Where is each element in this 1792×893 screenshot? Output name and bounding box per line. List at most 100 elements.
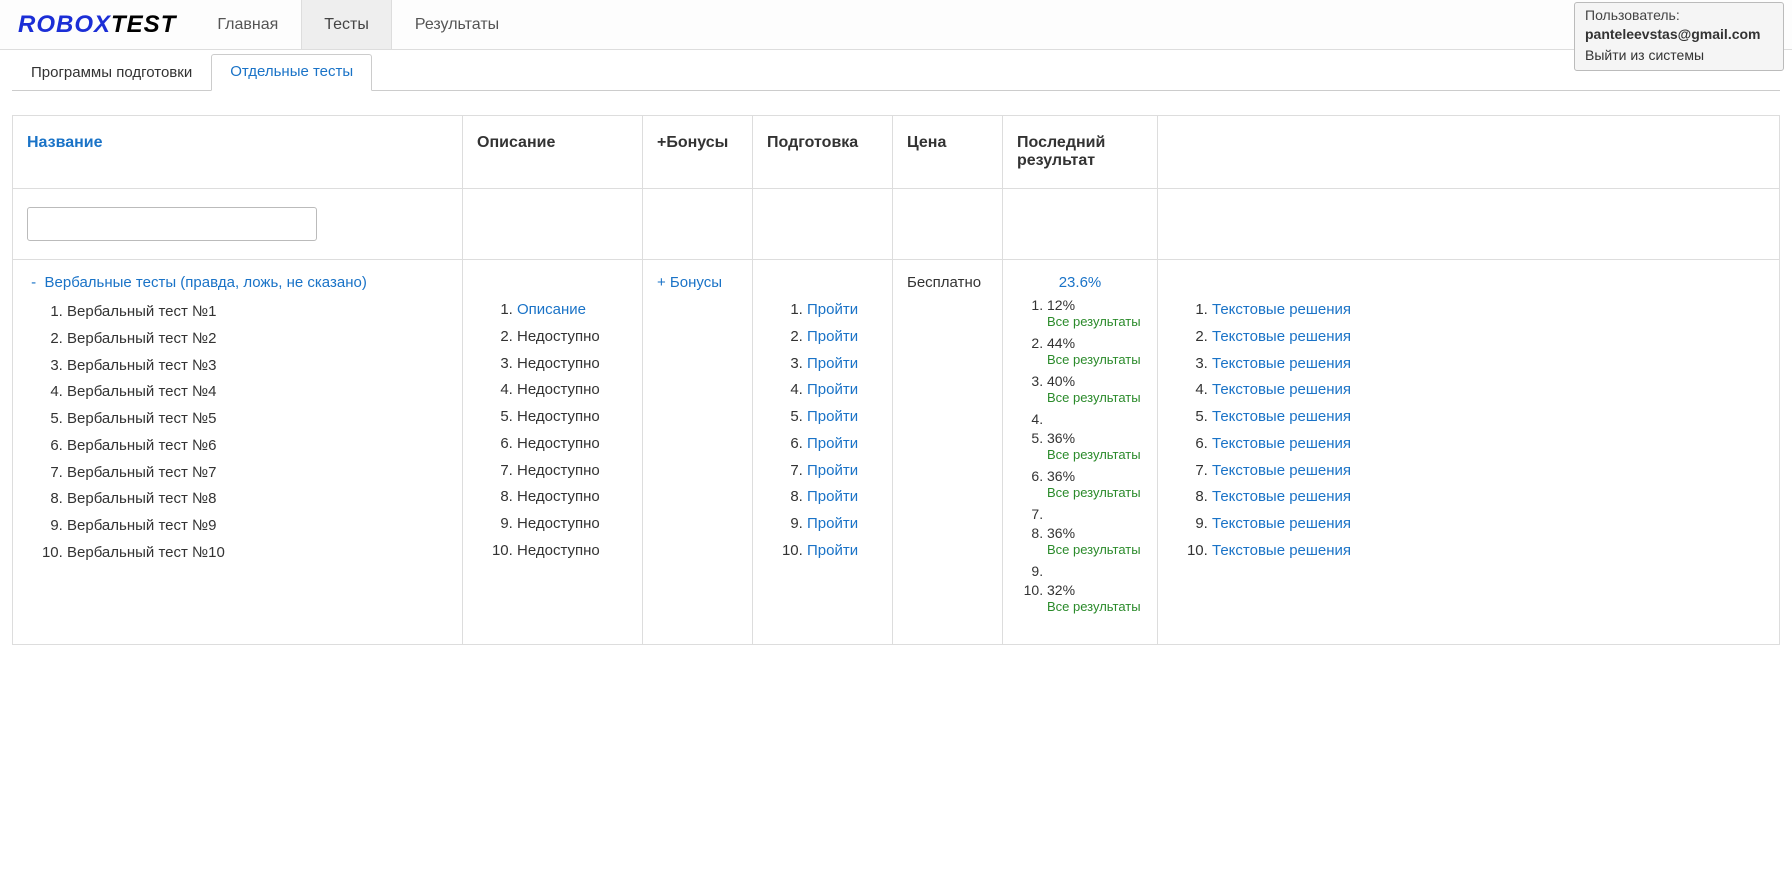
user-box: Пользователь: panteleevstas@gmail.com Вы… (1574, 2, 1784, 71)
topbar: ROBOXTEST ГлавнаяТестыРезультаты Пользов… (0, 0, 1792, 50)
all-results-link[interactable]: Все результаты (1047, 485, 1143, 500)
result-item: 12%Все результаты (1047, 297, 1143, 329)
result-value: 36% (1047, 525, 1075, 541)
prep-item[interactable]: Пройти (807, 353, 878, 375)
topnav-results[interactable]: Результаты (392, 0, 522, 49)
prep-item[interactable]: Пройти (807, 406, 878, 428)
logo-part1: ROBOX (18, 11, 111, 38)
test-item: Вербальный тест №2 (67, 328, 448, 350)
col-prep: Подготовка (753, 116, 893, 188)
all-results-link[interactable]: Все результаты (1047, 447, 1143, 462)
name-filter-input[interactable] (27, 207, 317, 241)
logo-part2: TEST (111, 11, 176, 38)
all-results-link[interactable]: Все результаты (1047, 599, 1143, 614)
topnav-tests[interactable]: Тесты (301, 0, 392, 49)
tests-list: Вербальный тест №1 Вербальный тест №2 Верб… (27, 301, 448, 564)
prep-item[interactable]: Пройти (807, 540, 878, 562)
all-results-link[interactable]: Все результаты (1047, 390, 1143, 405)
result-value: 12% (1047, 297, 1075, 313)
desc-list: Описание Недоступно Недоступно Недоступно Не… (477, 299, 628, 562)
col-solutions (1158, 116, 1779, 188)
test-item: Вербальный тест №10 (67, 542, 448, 564)
prep-item[interactable]: Пройти (807, 460, 878, 482)
test-item: Вербальный тест №1 (67, 301, 448, 323)
group-title-text: Вербальные тесты (правда, ложь, не сказа… (45, 274, 367, 291)
solution-item[interactable]: Текстовые решения (1212, 326, 1765, 348)
cell-price: Бесплатно (893, 260, 1003, 644)
prep-item[interactable]: Пройти (807, 433, 878, 455)
topnav-home[interactable]: Главная (194, 0, 301, 49)
result-summary[interactable]: 23.6% (1017, 274, 1143, 291)
test-item: Вербальный тест №7 (67, 462, 448, 484)
solution-item[interactable]: Текстовые решения (1212, 406, 1765, 428)
result-item (1047, 411, 1143, 427)
prep-item[interactable]: Пройти (807, 486, 878, 508)
desc-item: Недоступно (517, 513, 628, 535)
desc-item: Недоступно (517, 460, 628, 482)
result-value: 32% (1047, 582, 1075, 598)
solution-item[interactable]: Текстовые решения (1212, 433, 1765, 455)
desc-item: Недоступно (517, 406, 628, 428)
all-results-link[interactable]: Все результаты (1047, 352, 1143, 367)
desc-item: Недоступно (517, 540, 628, 562)
solution-item[interactable]: Текстовые решения (1212, 379, 1765, 401)
cell-prep: Пройти Пройти Пройти Пройти Пройти Пройти Прой… (753, 260, 893, 644)
result-item: 32%Все результаты (1047, 582, 1143, 614)
group-toggle[interactable]: - Вербальные тесты (правда, ложь, не ска… (27, 274, 448, 291)
test-item: Вербальный тест №5 (67, 408, 448, 430)
solutions-list: Текстовые решения Текстовые решения Тексто… (1172, 299, 1765, 562)
result-value: 36% (1047, 468, 1075, 484)
result-list: 12%Все результаты44%Все результаты40%Все… (1017, 297, 1143, 614)
logo[interactable]: ROBOXTEST (0, 11, 194, 39)
grid-filter-row (13, 189, 1779, 260)
solution-item[interactable]: Текстовые решения (1212, 540, 1765, 562)
cell-result: 23.6% 12%Все результаты44%Все результаты… (1003, 260, 1158, 644)
result-item: 44%Все результаты (1047, 335, 1143, 367)
cell-desc: Описание Недоступно Недоступно Недоступно Не… (463, 260, 643, 644)
desc-item[interactable]: Описание (517, 299, 628, 321)
test-item: Вербальный тест №4 (67, 381, 448, 403)
all-results-link[interactable]: Все результаты (1047, 542, 1143, 557)
logout-link[interactable]: Выйти из системы (1585, 46, 1773, 65)
solution-item[interactable]: Текстовые решения (1212, 299, 1765, 321)
cell-name: - Вербальные тесты (правда, ложь, не ска… (13, 260, 463, 644)
col-bonus: +Бонусы (643, 116, 753, 188)
result-item: 40%Все результаты (1047, 373, 1143, 405)
cell-solutions: Текстовые решения Текстовые решения Тексто… (1158, 260, 1779, 644)
subtab-single[interactable]: Отдельные тесты (211, 54, 372, 91)
topnav: ГлавнаяТестыРезультаты (194, 0, 522, 49)
user-email: panteleevstas@gmail.com (1585, 25, 1773, 44)
desc-item: Недоступно (517, 326, 628, 348)
desc-item: Недоступно (517, 353, 628, 375)
test-item: Вербальный тест №9 (67, 515, 448, 537)
test-item: Вербальный тест №3 (67, 355, 448, 377)
result-value: 40% (1047, 373, 1075, 389)
prep-item[interactable]: Пройти (807, 379, 878, 401)
prep-item[interactable]: Пройти (807, 299, 878, 321)
solution-item[interactable]: Текстовые решения (1212, 460, 1765, 482)
result-item: 36%Все результаты (1047, 525, 1143, 557)
prep-item[interactable]: Пройти (807, 513, 878, 535)
result-value: 36% (1047, 430, 1075, 446)
grid-body-row: - Вербальные тесты (правда, ложь, не ска… (13, 260, 1779, 644)
desc-item: Недоступно (517, 486, 628, 508)
solution-item[interactable]: Текстовые решения (1212, 353, 1765, 375)
solution-item[interactable]: Текстовые решения (1212, 513, 1765, 535)
col-desc: Описание (463, 116, 643, 188)
test-item: Вербальный тест №6 (67, 435, 448, 457)
bonus-link[interactable]: + Бонусы (657, 274, 722, 291)
all-results-link[interactable]: Все результаты (1047, 314, 1143, 329)
col-price: Цена (893, 116, 1003, 188)
collapse-icon: - (31, 274, 36, 291)
test-item: Вербальный тест №8 (67, 488, 448, 510)
prep-item[interactable]: Пройти (807, 326, 878, 348)
result-value: 44% (1047, 335, 1075, 351)
user-label: Пользователь: (1585, 6, 1773, 25)
desc-item: Недоступно (517, 433, 628, 455)
desc-item: Недоступно (517, 379, 628, 401)
col-result: Последний результат (1003, 116, 1158, 188)
solution-item[interactable]: Текстовые решения (1212, 486, 1765, 508)
cell-bonus: + Бонусы (643, 260, 753, 644)
subtab-programs[interactable]: Программы подготовки (12, 55, 211, 91)
col-name[interactable]: Название (13, 116, 463, 188)
